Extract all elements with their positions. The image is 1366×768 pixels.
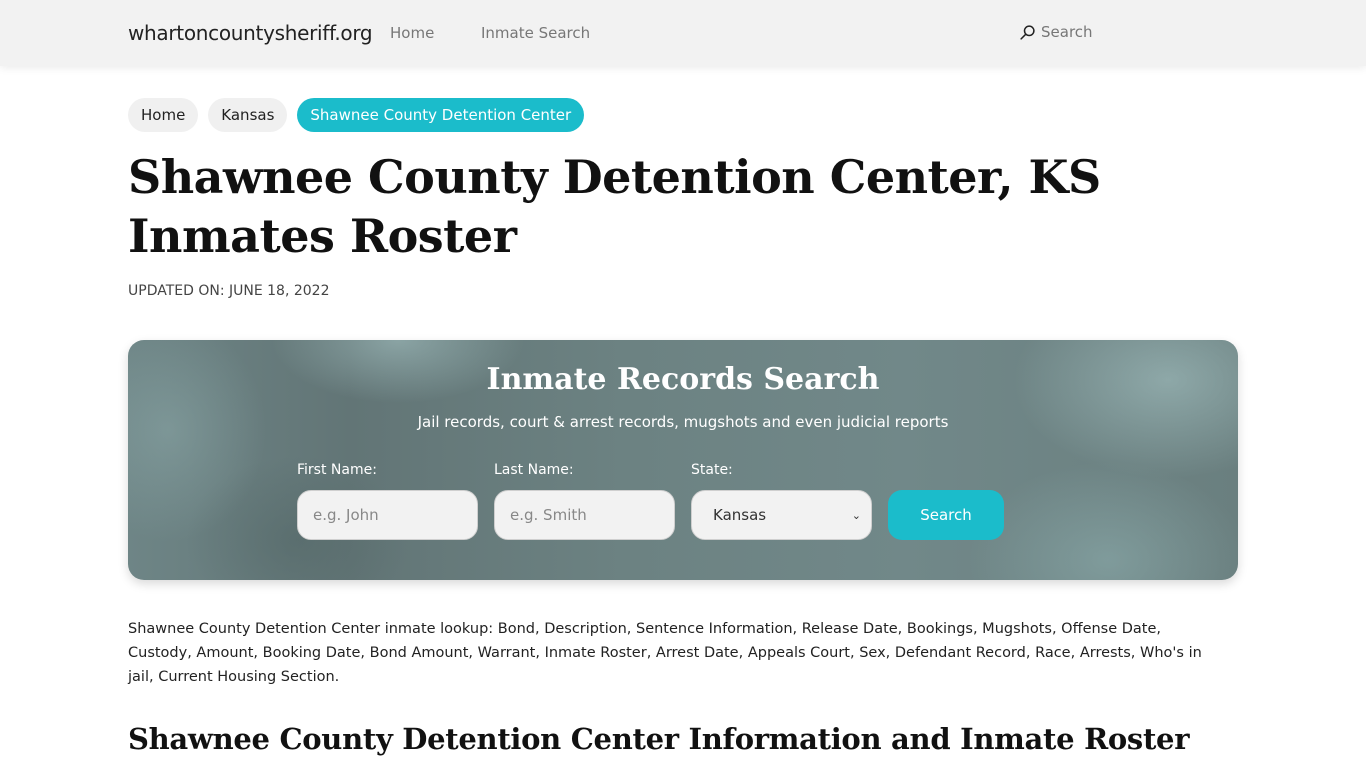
breadcrumb: Home Kansas Shawnee County Detention Cen…: [128, 98, 585, 132]
search-icon: [1020, 24, 1035, 40]
state-selected-value: Kansas: [713, 506, 767, 524]
state-label: State:: [691, 462, 733, 478]
page-title: Shawnee County Detention Center, KS Inma…: [128, 150, 1101, 263]
breadcrumb-home[interactable]: Home: [128, 98, 199, 132]
updated-date: UPDATED ON: JUNE 18, 2022: [128, 283, 330, 299]
breadcrumb-kansas[interactable]: Kansas: [208, 98, 288, 132]
nav-link-home[interactable]: Home: [390, 24, 434, 42]
section-title: Shawnee County Detention Center Informat…: [128, 722, 1190, 756]
breadcrumb-current[interactable]: Shawnee County Detention Center: [297, 98, 585, 132]
site-brand-link[interactable]: whartoncountysheriff.org: [128, 21, 373, 45]
first-name-label: First Name:: [297, 462, 377, 478]
chevron-down-icon: ⌄: [851, 508, 861, 522]
top-navbar: whartoncountysheriff.org Home Inmate Sea…: [0, 0, 1366, 66]
state-select[interactable]: Kansas ⌄: [691, 490, 872, 540]
last-name-input[interactable]: [494, 490, 675, 540]
inmate-search-card: Inmate Records Search Jail records, cour…: [128, 340, 1238, 580]
search-card-subtitle: Jail records, court & arrest records, mu…: [417, 413, 949, 431]
nav-search-label: Search: [1041, 23, 1093, 41]
search-submit-button[interactable]: Search: [888, 490, 1004, 540]
search-card-title: Inmate Records Search: [486, 362, 880, 397]
nav-link-inmate-search[interactable]: Inmate Search: [481, 24, 590, 42]
nav-search-button[interactable]: Search: [1019, 23, 1093, 41]
last-name-label: Last Name:: [494, 462, 574, 478]
intro-paragraph: Shawnee County Detention Center inmate l…: [128, 621, 1202, 685]
first-name-input[interactable]: [297, 490, 478, 540]
